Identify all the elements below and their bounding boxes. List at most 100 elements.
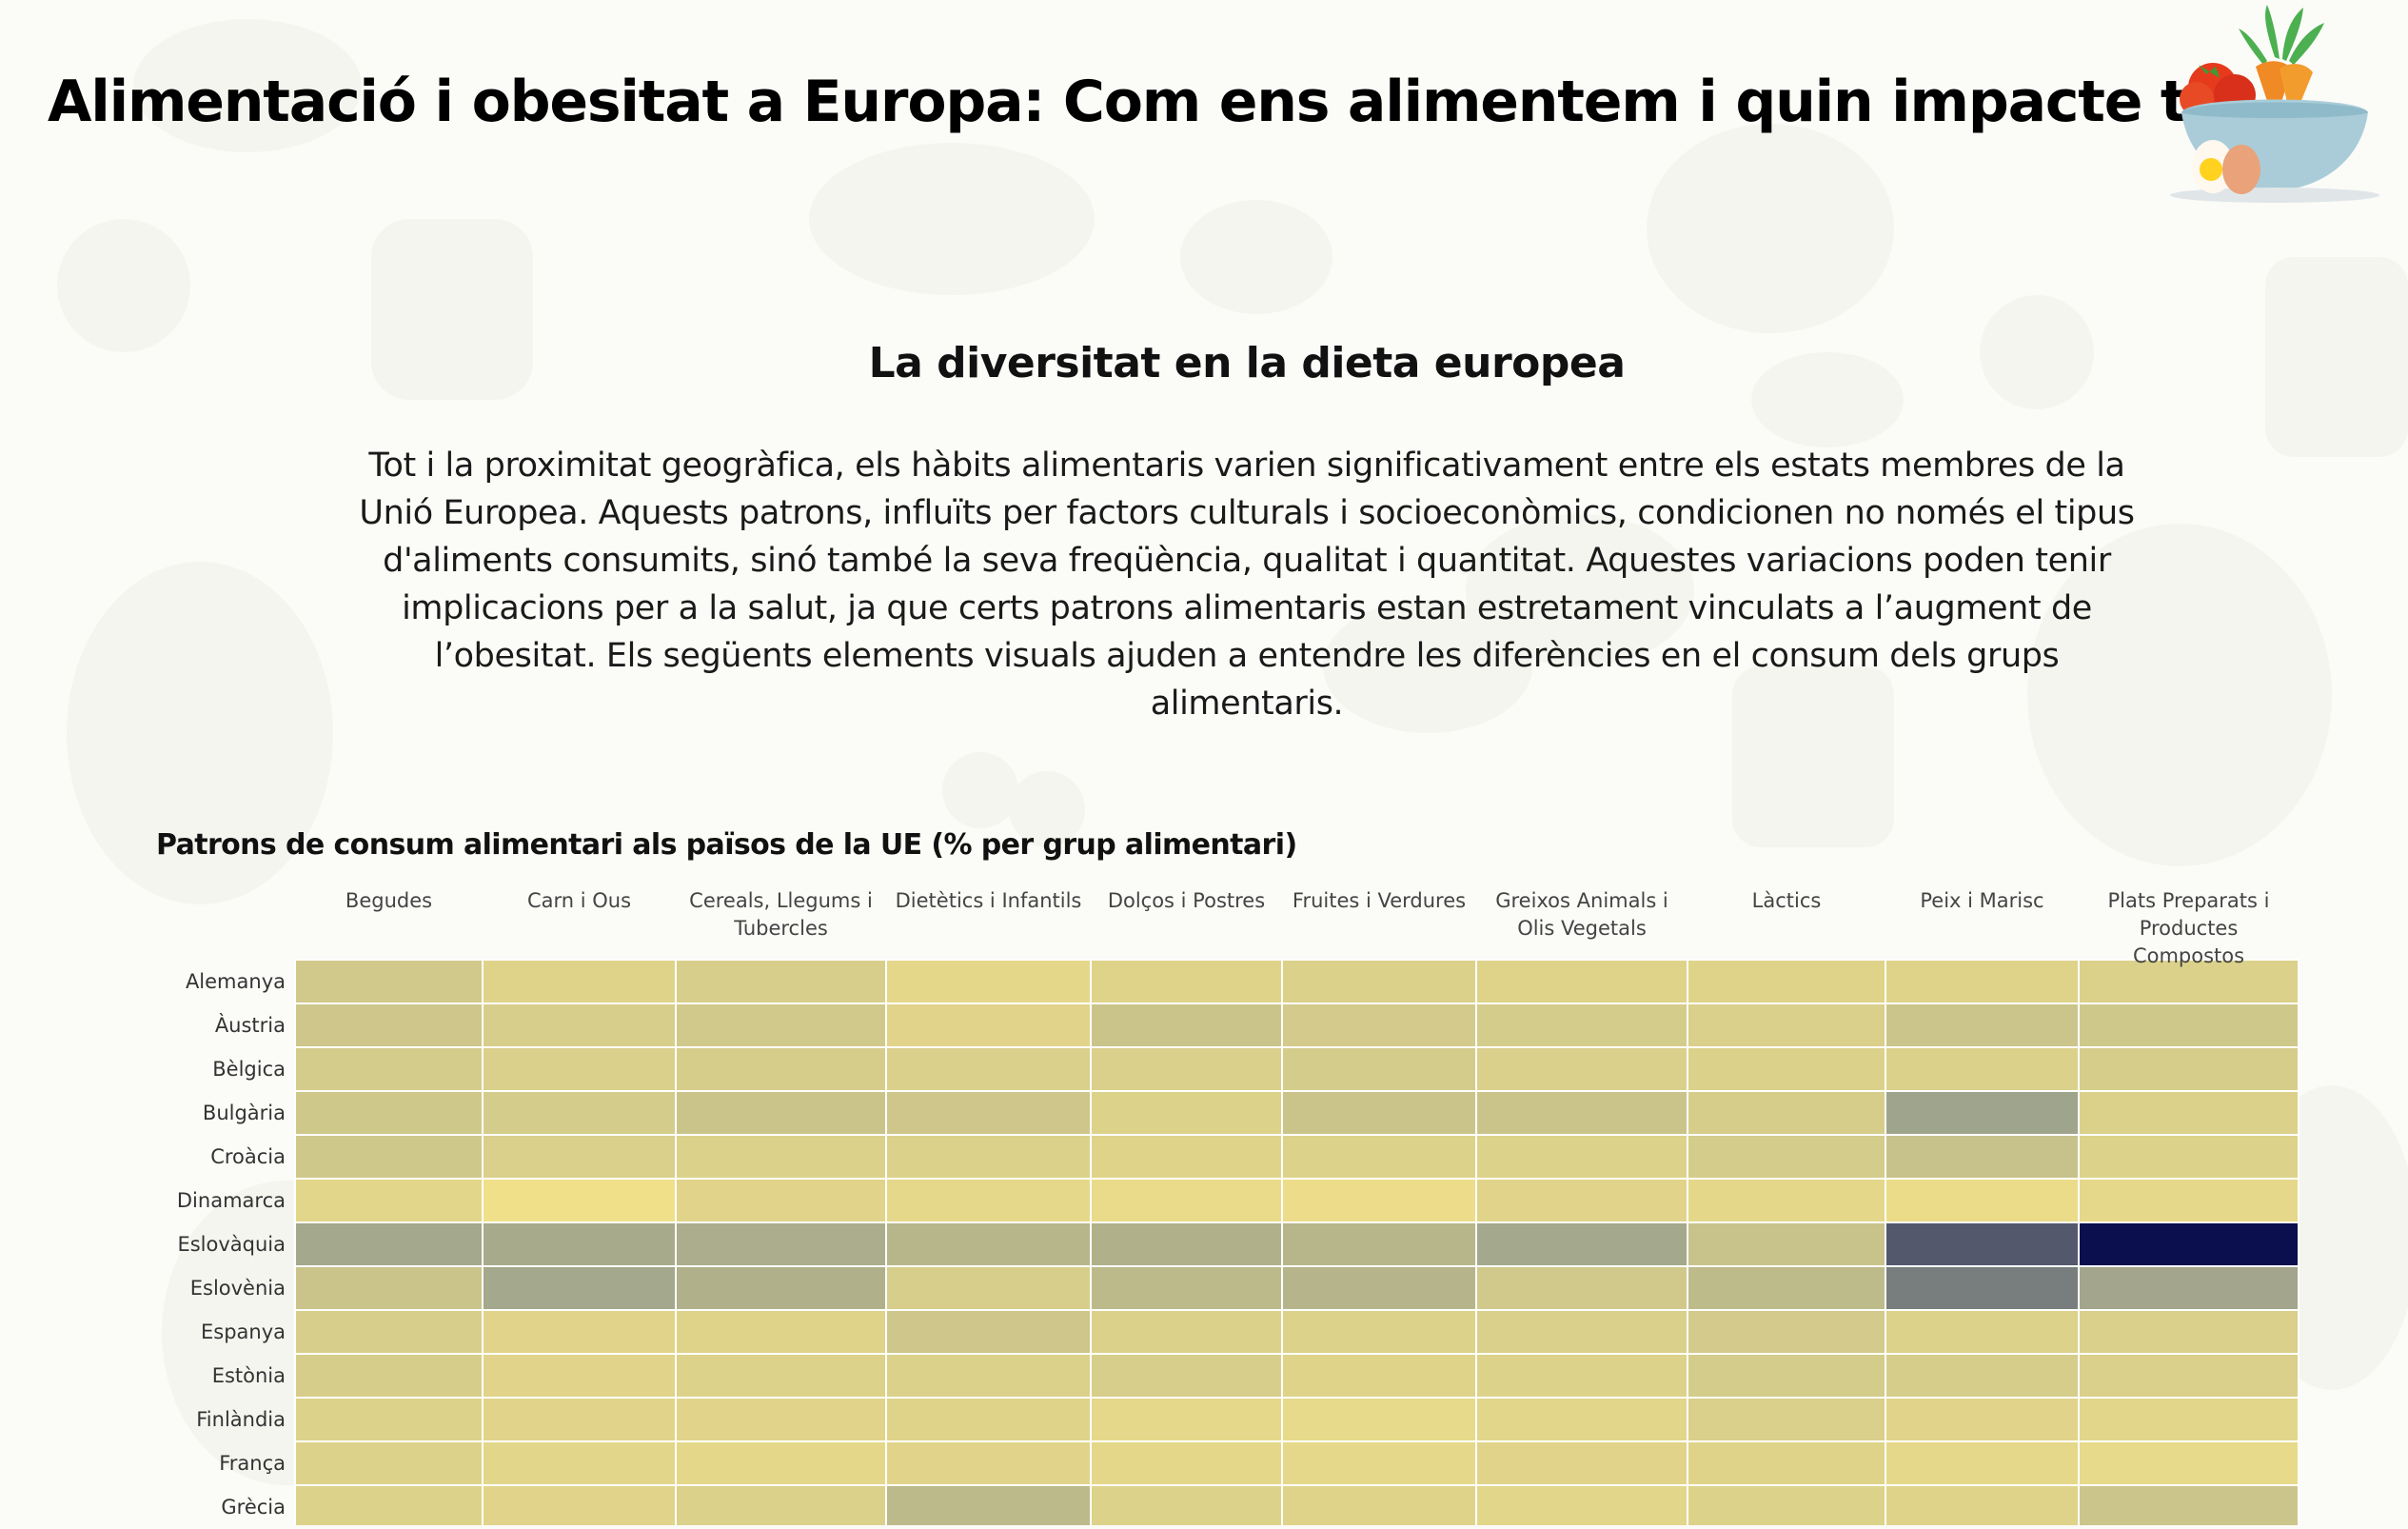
heatmap-cell[interactable] — [2078, 1440, 2299, 1486]
heatmap-cell[interactable] — [1687, 1397, 1886, 1442]
heatmap-cell[interactable] — [675, 1265, 887, 1311]
heatmap-cell[interactable] — [1687, 1178, 1886, 1223]
heatmap-cell[interactable] — [1687, 1090, 1886, 1136]
heatmap-cell[interactable] — [1281, 1003, 1477, 1048]
heatmap-cell[interactable] — [1090, 1265, 1283, 1311]
heatmap-cell[interactable] — [1885, 1440, 2080, 1486]
heatmap-cell[interactable] — [2078, 1353, 2299, 1399]
heatmap-cell[interactable] — [1885, 1090, 2080, 1136]
heatmap-cell[interactable] — [675, 1090, 887, 1136]
heatmap-cell[interactable] — [482, 1046, 677, 1092]
heatmap-cell[interactable] — [482, 959, 677, 1004]
heatmap-cell[interactable] — [2078, 1484, 2299, 1525]
heatmap-cell[interactable] — [675, 1221, 887, 1267]
heatmap-cell[interactable] — [675, 1353, 887, 1399]
heatmap-cell[interactable] — [1687, 959, 1886, 1004]
heatmap-cell[interactable] — [1475, 1309, 1688, 1355]
heatmap-cell[interactable] — [1475, 1484, 1688, 1525]
heatmap-cell[interactable] — [1090, 1309, 1283, 1355]
heatmap-cell[interactable] — [885, 1265, 1092, 1311]
heatmap-cell[interactable] — [1475, 1046, 1688, 1092]
heatmap-cell[interactable] — [885, 1003, 1092, 1048]
heatmap-cell[interactable] — [675, 1178, 887, 1223]
heatmap-cell[interactable] — [1885, 1484, 2080, 1525]
heatmap-cell[interactable] — [675, 1397, 887, 1442]
heatmap-cell[interactable] — [2078, 1221, 2299, 1267]
heatmap-cell[interactable] — [1475, 1090, 1688, 1136]
heatmap-cell[interactable] — [1281, 1309, 1477, 1355]
heatmap-cell[interactable] — [482, 1484, 677, 1525]
heatmap-cell[interactable] — [1687, 1484, 1886, 1525]
heatmap-cell[interactable] — [1090, 1046, 1283, 1092]
heatmap-cell[interactable] — [2078, 1265, 2299, 1311]
heatmap-cell[interactable] — [1281, 1397, 1477, 1442]
heatmap-cell[interactable] — [1090, 959, 1283, 1004]
heatmap-cell[interactable] — [885, 1353, 1092, 1399]
heatmap-cell[interactable] — [1281, 1134, 1477, 1180]
heatmap-cell[interactable] — [675, 1309, 887, 1355]
heatmap-cell[interactable] — [885, 1309, 1092, 1355]
heatmap-cell[interactable] — [675, 1440, 887, 1486]
heatmap-cell[interactable] — [675, 959, 887, 1004]
heatmap-cell[interactable] — [294, 1353, 484, 1399]
heatmap-cell[interactable] — [1475, 1265, 1688, 1311]
heatmap-cell[interactable] — [675, 1134, 887, 1180]
heatmap-cell[interactable] — [2078, 1003, 2299, 1048]
heatmap-cell[interactable] — [1281, 1221, 1477, 1267]
heatmap-cell[interactable] — [1281, 1265, 1477, 1311]
heatmap-cell[interactable] — [1090, 1178, 1283, 1223]
heatmap-cell[interactable] — [1090, 1484, 1283, 1525]
heatmap-cell[interactable] — [1281, 1046, 1477, 1092]
heatmap-cell[interactable] — [294, 1178, 484, 1223]
heatmap-cell[interactable] — [675, 1046, 887, 1092]
heatmap-cell[interactable] — [1885, 959, 2080, 1004]
heatmap-cell[interactable] — [1687, 1440, 1886, 1486]
heatmap-cell[interactable] — [482, 1178, 677, 1223]
heatmap-cell[interactable] — [294, 1440, 484, 1486]
heatmap-cell[interactable] — [1281, 959, 1477, 1004]
heatmap-cell[interactable] — [885, 1046, 1092, 1092]
heatmap-cell[interactable] — [1475, 1397, 1688, 1442]
heatmap-cell[interactable] — [1281, 1440, 1477, 1486]
heatmap-cell[interactable] — [1475, 1178, 1688, 1223]
heatmap-cell[interactable] — [1281, 1178, 1477, 1223]
heatmap-cell[interactable] — [1885, 1046, 2080, 1092]
heatmap-cell[interactable] — [294, 1134, 484, 1180]
heatmap-cell[interactable] — [294, 1221, 484, 1267]
heatmap-cell[interactable] — [482, 1397, 677, 1442]
heatmap-cell[interactable] — [1885, 1309, 2080, 1355]
heatmap-cell[interactable] — [2078, 1046, 2299, 1092]
heatmap-cell[interactable] — [885, 1178, 1092, 1223]
heatmap-cell[interactable] — [482, 1265, 677, 1311]
heatmap-cell[interactable] — [1090, 1440, 1283, 1486]
heatmap-cell[interactable] — [1687, 1134, 1886, 1180]
heatmap-cell[interactable] — [1687, 1046, 1886, 1092]
heatmap-cell[interactable] — [885, 1090, 1092, 1136]
heatmap-cell[interactable] — [294, 1090, 484, 1136]
heatmap-cell[interactable] — [1885, 1397, 2080, 1442]
heatmap-cell[interactable] — [1687, 1265, 1886, 1311]
heatmap-cell[interactable] — [1475, 1440, 1688, 1486]
heatmap-cell[interactable] — [294, 959, 484, 1004]
heatmap-cell[interactable] — [885, 1484, 1092, 1525]
heatmap-cell[interactable] — [1281, 1353, 1477, 1399]
heatmap-cell[interactable] — [1090, 1397, 1283, 1442]
heatmap-cell[interactable] — [1885, 1178, 2080, 1223]
heatmap-cell[interactable] — [1687, 1003, 1886, 1048]
heatmap-cell[interactable] — [482, 1090, 677, 1136]
heatmap-cell[interactable] — [294, 1265, 484, 1311]
heatmap-cell[interactable] — [2078, 1309, 2299, 1355]
heatmap-cell[interactable] — [482, 1003, 677, 1048]
heatmap-cell[interactable] — [885, 1440, 1092, 1486]
heatmap-cell[interactable] — [1281, 1090, 1477, 1136]
heatmap-cell[interactable] — [1885, 1353, 2080, 1399]
heatmap-cell[interactable] — [1475, 1353, 1688, 1399]
heatmap-cell[interactable] — [294, 1046, 484, 1092]
heatmap-cell[interactable] — [2078, 1134, 2299, 1180]
heatmap-cell[interactable] — [1687, 1309, 1886, 1355]
heatmap-cell[interactable] — [482, 1353, 677, 1399]
heatmap-cell[interactable] — [1475, 1134, 1688, 1180]
heatmap-cell[interactable] — [1090, 1134, 1283, 1180]
heatmap-cell[interactable] — [1885, 1134, 2080, 1180]
heatmap-cell[interactable] — [1475, 959, 1688, 1004]
